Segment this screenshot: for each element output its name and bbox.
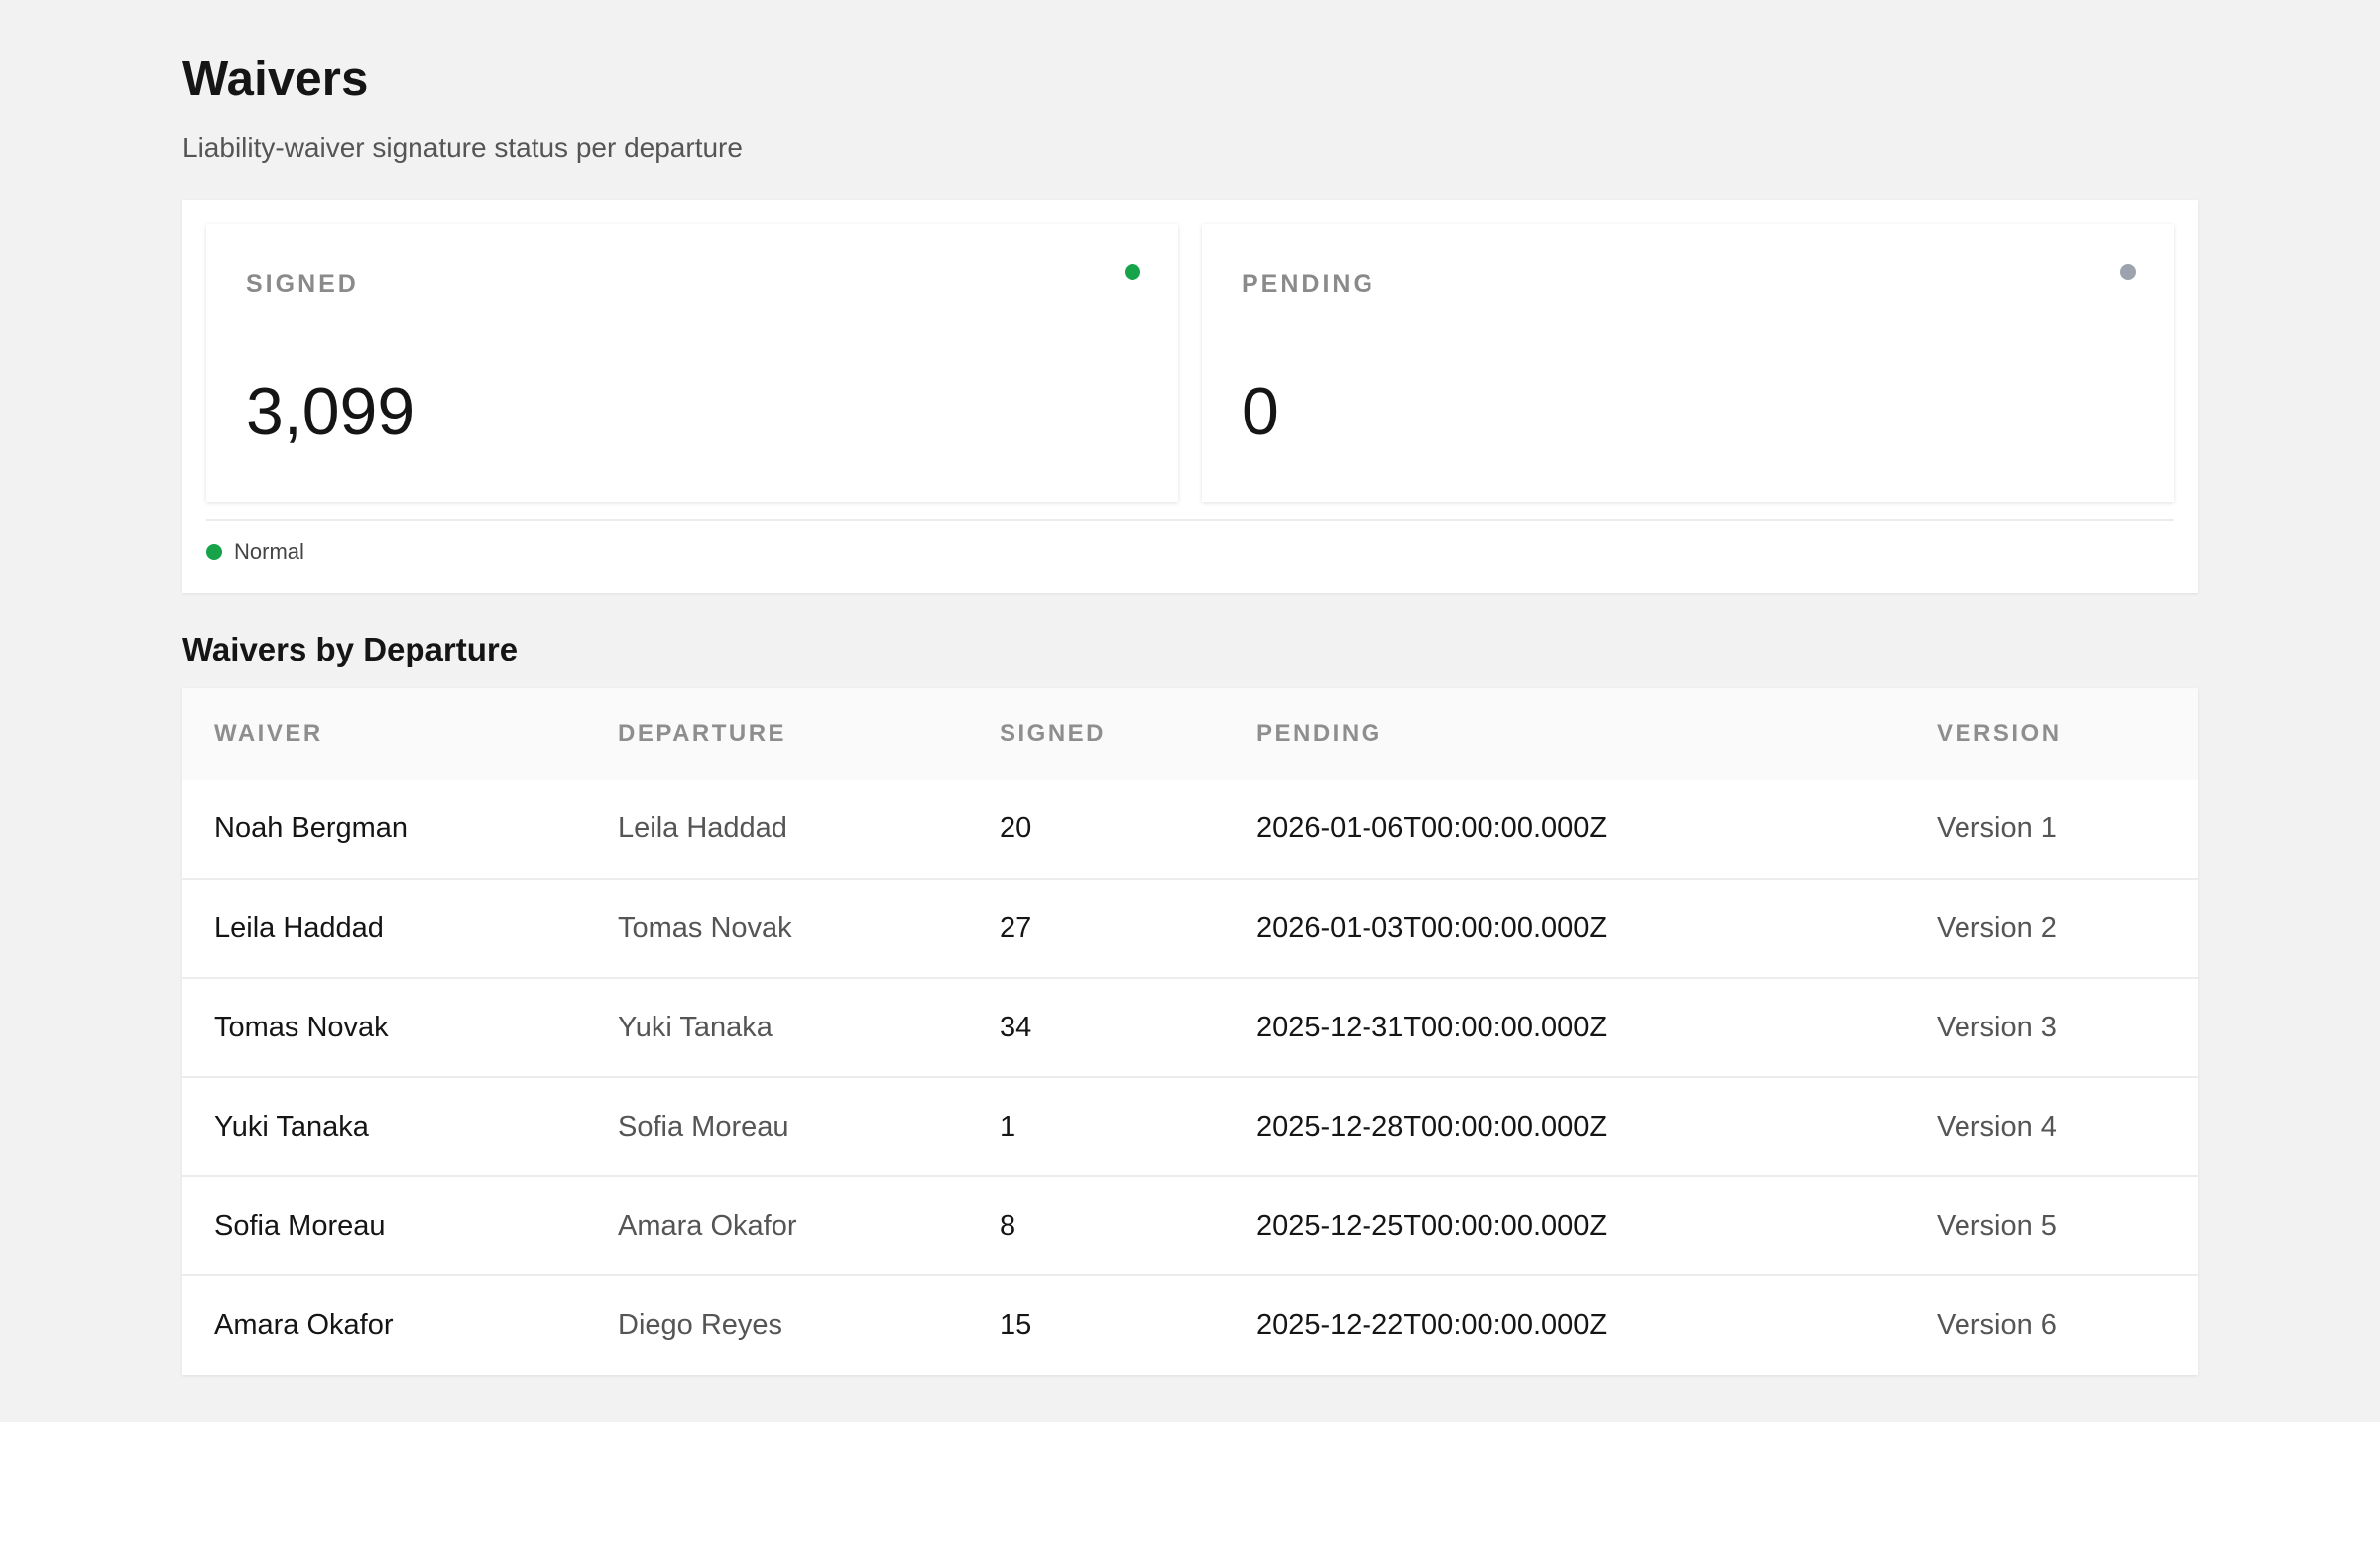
cell-version: Version 2 — [1937, 911, 2057, 944]
legend-label: Normal — [234, 540, 304, 564]
legend-dot-icon — [206, 544, 222, 560]
waivers-table-panel: WAIVER DEPARTURE SIGNED PENDING VERSION … — [182, 688, 2198, 1375]
cell-pending: 2026-01-03T00:00:00.000Z — [1256, 911, 1607, 944]
cell-signed: 15 — [1000, 1309, 1032, 1341]
cell-pending: 2025-12-31T00:00:00.000Z — [1256, 1011, 1607, 1043]
cell-version: Version 6 — [1937, 1309, 2057, 1341]
cell-departure: Leila Haddad — [618, 812, 787, 844]
column-header-pending: PENDING — [1256, 720, 1382, 747]
cell-version: Version 4 — [1937, 1110, 2057, 1142]
kpi-value: 0 — [1242, 374, 1279, 449]
cell-pending: 2025-12-28T00:00:00.000Z — [1256, 1110, 1607, 1142]
cell-signed: 27 — [1000, 911, 1032, 944]
kpi-label: PENDING — [1242, 270, 1375, 298]
cell-signed: 34 — [1000, 1011, 1032, 1043]
table-row[interactable]: Noah Bergman Leila Haddad 20 2026-01-06T… — [182, 780, 2198, 879]
cell-pending: 2026-01-06T00:00:00.000Z — [1256, 812, 1607, 844]
cell-waiver: Yuki Tanaka — [214, 1110, 369, 1142]
page-background: Waivers Liability-waiver signature statu… — [0, 0, 2380, 1422]
page-title: Waivers — [182, 53, 369, 106]
cell-departure: Diego Reyes — [618, 1309, 783, 1341]
cell-version: Version 1 — [1937, 812, 2057, 844]
table-row[interactable]: Amara Okafor Diego Reyes 15 2025-12-22T0… — [182, 1275, 2198, 1375]
cell-waiver: Tomas Novak — [214, 1011, 389, 1043]
status-dot-icon — [1125, 264, 1140, 280]
table-row[interactable]: Leila Haddad Tomas Novak 27 2026-01-03T0… — [182, 879, 2198, 978]
status-legend: Normal — [206, 540, 304, 565]
cell-signed: 1 — [1000, 1110, 1016, 1142]
kpi-label: SIGNED — [246, 270, 359, 298]
cell-departure: Amara Okafor — [618, 1209, 797, 1242]
cell-departure: Yuki Tanaka — [618, 1011, 773, 1043]
column-header-departure: DEPARTURE — [618, 720, 787, 747]
cell-signed: 20 — [1000, 812, 1032, 844]
cell-waiver: Leila Haddad — [214, 911, 384, 944]
column-header-version: VERSION — [1937, 720, 2062, 747]
table-header-row: WAIVER DEPARTURE SIGNED PENDING VERSION — [182, 688, 2198, 780]
cell-signed: 8 — [1000, 1209, 1016, 1242]
table-row[interactable]: Yuki Tanaka Sofia Moreau 1 2025-12-28T00… — [182, 1077, 2198, 1176]
status-dot-icon — [2120, 264, 2136, 280]
column-header-signed: SIGNED — [1000, 720, 1107, 747]
cell-departure: Sofia Moreau — [618, 1110, 789, 1142]
cell-waiver: Amara Okafor — [214, 1309, 394, 1341]
waivers-table: WAIVER DEPARTURE SIGNED PENDING VERSION … — [182, 688, 2198, 1375]
kpi-card-pending: PENDING 0 — [1202, 224, 2174, 502]
cell-waiver: Noah Bergman — [214, 812, 409, 844]
cell-pending: 2025-12-22T00:00:00.000Z — [1256, 1309, 1607, 1341]
table-row[interactable]: Sofia Moreau Amara Okafor 8 2025-12-25T0… — [182, 1176, 2198, 1275]
cell-version: Version 3 — [1937, 1011, 2057, 1043]
cell-departure: Tomas Novak — [618, 911, 792, 944]
cell-pending: 2025-12-25T00:00:00.000Z — [1256, 1209, 1607, 1242]
cell-version: Version 5 — [1937, 1209, 2057, 1242]
section-title: Waivers by Departure — [182, 631, 519, 667]
kpi-value: 3,099 — [246, 374, 416, 449]
kpi-card-signed: SIGNED 3,099 — [206, 224, 1178, 502]
cell-waiver: Sofia Moreau — [214, 1209, 386, 1242]
divider — [206, 519, 2174, 521]
table-row[interactable]: Tomas Novak Yuki Tanaka 34 2025-12-31T00… — [182, 978, 2198, 1077]
column-header-waiver: WAIVER — [214, 720, 323, 747]
kpi-panel: SIGNED 3,099 PENDING 0 Normal — [182, 200, 2198, 593]
page-subtitle: Liability-waiver signature status per de… — [182, 132, 743, 163]
